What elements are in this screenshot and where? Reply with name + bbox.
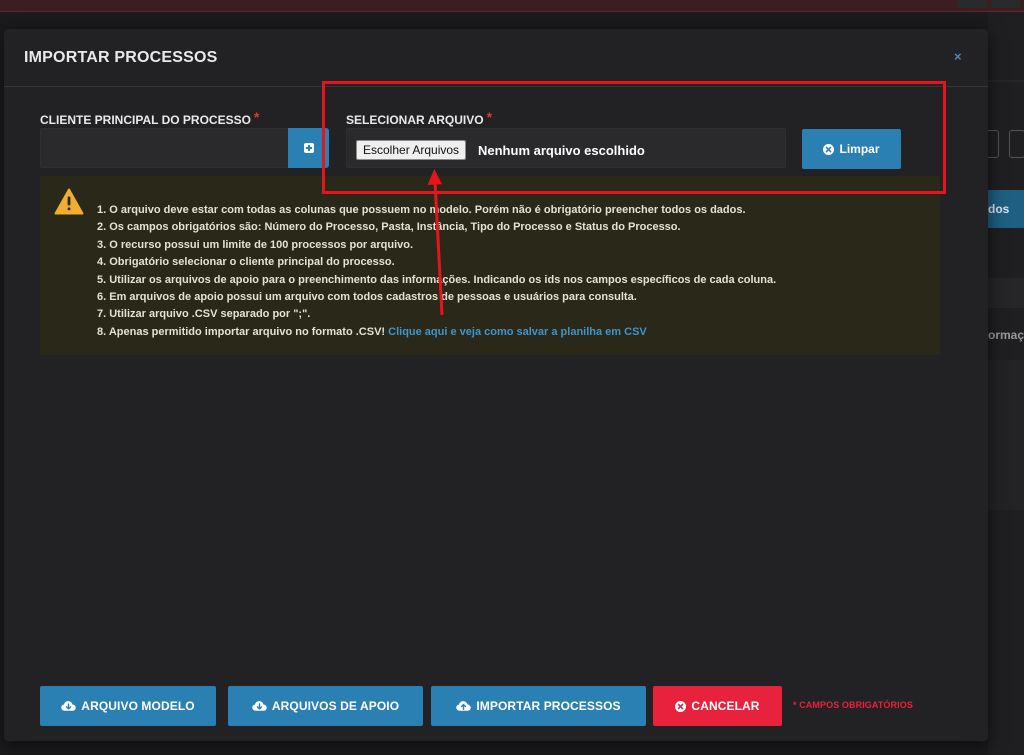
warning-list: 1. O arquivo deve estar com todas as col… bbox=[97, 202, 776, 341]
background-panel bbox=[988, 360, 1024, 510]
times-circle-icon bbox=[675, 700, 687, 712]
warning-item: 2. Os campos obrigatórios são: Número do… bbox=[97, 221, 681, 234]
cancel-button[interactable]: CANCELAR bbox=[653, 686, 782, 726]
file-input: Escolher Arquivos Nenhum arquivo escolhi… bbox=[346, 128, 786, 168]
cloud-download-icon bbox=[61, 701, 77, 711]
client-field-label-text: CLIENTE PRINCIPAL DO PROCESSO bbox=[40, 113, 251, 127]
plus-square-icon bbox=[303, 143, 314, 153]
model-file-button[interactable]: ARQUIVO MODELO bbox=[40, 686, 216, 726]
add-client-button[interactable] bbox=[288, 128, 329, 168]
cloud-download-icon bbox=[252, 701, 267, 711]
times-circle-icon bbox=[823, 143, 835, 155]
support-files-button[interactable]: ARQUIVOS DE APOIO bbox=[228, 686, 423, 726]
clear-button[interactable]: Limpar bbox=[802, 129, 901, 169]
warning-item: 3. O recurso possui um limite de 100 pro… bbox=[97, 238, 414, 251]
warning-item: 4. Obrigatório selecionar o cliente prin… bbox=[97, 256, 395, 269]
warning-item: 8. Apenas permitido importar arquivo no … bbox=[97, 324, 776, 341]
background-top-button bbox=[958, 0, 986, 8]
cancel-button-label: CANCELAR bbox=[691, 699, 760, 713]
import-processes-button-label: IMPORTAR PROCESSOS bbox=[476, 699, 621, 713]
background-text-partial: ormaçõ bbox=[988, 328, 1024, 342]
model-file-button-label: ARQUIVO MODELO bbox=[81, 699, 195, 713]
required-fields-note: * CAMPOS OBRIGATÓRIOS bbox=[793, 700, 913, 710]
file-status-text: Nenhum arquivo escolhido bbox=[478, 143, 645, 158]
warning-item: 5. Utilizar os arquivos de apoio para o … bbox=[97, 273, 777, 286]
clear-button-label: Limpar bbox=[839, 142, 880, 156]
warning-item: 7. Utilizar arquivo .CSV separado por ";… bbox=[97, 308, 311, 321]
modal-title: IMPORTAR PROCESSOS bbox=[24, 49, 218, 66]
background-top-bar bbox=[0, 0, 1024, 12]
support-files-button-label: ARQUIVOS DE APOIO bbox=[271, 699, 400, 713]
file-field-label: SELECIONAR ARQUIVO * bbox=[346, 109, 493, 127]
background-divider bbox=[988, 80, 1024, 82]
choose-files-button[interactable]: Escolher Arquivos bbox=[356, 140, 467, 160]
client-select-input[interactable] bbox=[40, 128, 290, 168]
modal-header: IMPORTAR PROCESSOS × bbox=[4, 29, 988, 87]
background-button-partial: dos bbox=[988, 190, 1024, 228]
warning-triangle-icon bbox=[54, 188, 84, 215]
warning-item-text: 8. Apenas permitido importar arquivo no … bbox=[97, 325, 386, 338]
cloud-upload-icon bbox=[456, 701, 472, 711]
file-field-label-text: SELECIONAR ARQUIVO bbox=[346, 113, 484, 127]
required-mark: * bbox=[486, 109, 493, 125]
warning-item: 1. O arquivo deve estar com todas as col… bbox=[97, 204, 746, 216]
background-row bbox=[988, 278, 1024, 308]
background-top-button bbox=[992, 0, 1020, 8]
close-icon[interactable]: × bbox=[954, 49, 962, 64]
background-input-box bbox=[1009, 130, 1024, 158]
import-processes-button[interactable]: IMPORTAR PROCESSOS bbox=[431, 686, 646, 726]
warning-item: 6. Em arquivos de apoio possui um arquiv… bbox=[97, 291, 637, 304]
required-mark: * bbox=[253, 109, 260, 125]
warning-panel: 1. O arquivo deve estar com todas as col… bbox=[40, 176, 940, 355]
client-field-label: CLIENTE PRINCIPAL DO PROCESSO * bbox=[40, 109, 260, 127]
csv-help-link[interactable]: Clique aqui e veja como salvar a planilh… bbox=[388, 326, 647, 338]
import-processes-modal: IMPORTAR PROCESSOS × CLIENTE PRINCIPAL D… bbox=[4, 29, 988, 741]
